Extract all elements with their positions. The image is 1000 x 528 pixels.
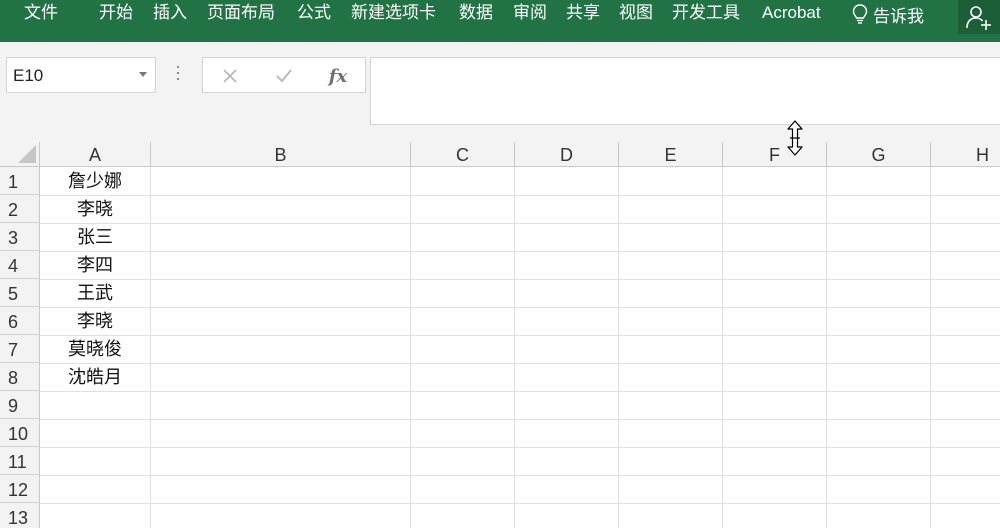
- lightbulb-icon: [852, 4, 868, 24]
- insert-function-button[interactable]: fx: [325, 64, 351, 88]
- cell-a3[interactable]: 张三: [40, 223, 150, 251]
- tab-home[interactable]: 开始: [99, 2, 133, 24]
- row-header-1[interactable]: 1: [0, 167, 40, 195]
- column-header-c[interactable]: C: [411, 142, 515, 167]
- row-header-5[interactable]: 5: [0, 279, 40, 307]
- name-box[interactable]: E10: [6, 57, 156, 93]
- gridline: [40, 447, 1000, 448]
- row-header-4[interactable]: 4: [0, 251, 40, 279]
- column-header-a[interactable]: A: [40, 142, 151, 167]
- row-header-10[interactable]: 10: [0, 419, 40, 447]
- gridline: [514, 167, 515, 528]
- tell-me-label: 告诉我: [873, 6, 924, 27]
- gridline: [40, 251, 1000, 252]
- gridline: [40, 223, 1000, 224]
- row-header-7[interactable]: 7: [0, 335, 40, 363]
- formula-bar: E10 fx: [0, 42, 1000, 142]
- gridline: [150, 167, 151, 528]
- tab-share[interactable]: 共享: [566, 2, 600, 24]
- gridline: [410, 167, 411, 528]
- resize-cursor-icon: [787, 120, 803, 156]
- gridline: [40, 195, 1000, 196]
- share-button[interactable]: [958, 0, 1000, 34]
- gridline: [40, 475, 1000, 476]
- tab-review[interactable]: 审阅: [513, 2, 547, 24]
- column-header-b[interactable]: B: [151, 142, 411, 167]
- tab-formulas[interactable]: 公式: [297, 2, 331, 24]
- ribbon-tab-bar: 文件 开始 插入 页面布局 公式 新建选项卡 数据 审阅 共享 视图 开发工具 …: [0, 0, 1000, 42]
- close-icon: [223, 69, 237, 83]
- tab-acrobat[interactable]: Acrobat: [762, 2, 821, 24]
- gridline: [40, 363, 1000, 364]
- cell-a7[interactable]: 莫晓俊: [40, 335, 150, 363]
- name-box-value: E10: [13, 66, 44, 85]
- tab-developer[interactable]: 开发工具: [672, 2, 740, 24]
- column-header-e[interactable]: E: [619, 142, 723, 167]
- column-header-g[interactable]: G: [827, 142, 931, 167]
- tab-data[interactable]: 数据: [459, 2, 493, 24]
- formula-buttons: fx: [202, 57, 366, 93]
- chevron-down-icon[interactable]: [139, 72, 147, 77]
- tab-new-tab[interactable]: 新建选项卡: [351, 2, 436, 24]
- gridline: [40, 503, 1000, 504]
- cell-a2[interactable]: 李晓: [40, 195, 150, 223]
- row-header-12[interactable]: 12: [0, 475, 40, 503]
- gridline: [618, 167, 619, 528]
- column-header-d[interactable]: D: [515, 142, 619, 167]
- tab-page-layout[interactable]: 页面布局: [207, 2, 275, 24]
- check-icon: [276, 69, 292, 83]
- enter-button[interactable]: [271, 64, 297, 88]
- worksheet-grid[interactable]: A B C D E F G H 1 2 3 4 5 6 7 8 9 10 11 …: [0, 142, 1000, 528]
- cancel-button[interactable]: [217, 64, 243, 88]
- gridline: [826, 167, 827, 528]
- column-header-h[interactable]: H: [931, 142, 1000, 167]
- tab-file[interactable]: 文件: [24, 2, 58, 24]
- cell-a1[interactable]: 詹少娜: [40, 167, 150, 195]
- tab-insert[interactable]: 插入: [153, 2, 187, 24]
- formula-input[interactable]: [370, 57, 1000, 125]
- row-header-2[interactable]: 2: [0, 195, 40, 223]
- add-person-icon: [966, 6, 991, 30]
- cell-a6[interactable]: 李晓: [40, 307, 150, 335]
- row-header-9[interactable]: 9: [0, 391, 40, 419]
- gridline: [40, 279, 1000, 280]
- gridline: [722, 167, 723, 528]
- formula-bar-grip[interactable]: [176, 66, 180, 84]
- tell-me-box[interactable]: 告诉我: [851, 2, 924, 27]
- row-header-3[interactable]: 3: [0, 223, 40, 251]
- row-header-6[interactable]: 6: [0, 307, 40, 335]
- cell-a4[interactable]: 李四: [40, 251, 150, 279]
- gridline: [930, 167, 931, 528]
- gridline: [40, 419, 1000, 420]
- gridline: [40, 391, 1000, 392]
- cell-a8[interactable]: 沈皓月: [40, 363, 150, 391]
- row-header-8[interactable]: 8: [0, 363, 40, 391]
- gridline: [40, 335, 1000, 336]
- gridline: [40, 307, 1000, 308]
- cell-a5[interactable]: 王武: [40, 279, 150, 307]
- tab-view[interactable]: 视图: [619, 2, 653, 24]
- column-header-f[interactable]: F: [723, 142, 827, 167]
- select-all-button[interactable]: [0, 142, 40, 167]
- row-header-13[interactable]: 13: [0, 503, 40, 528]
- row-header-11[interactable]: 11: [0, 447, 40, 475]
